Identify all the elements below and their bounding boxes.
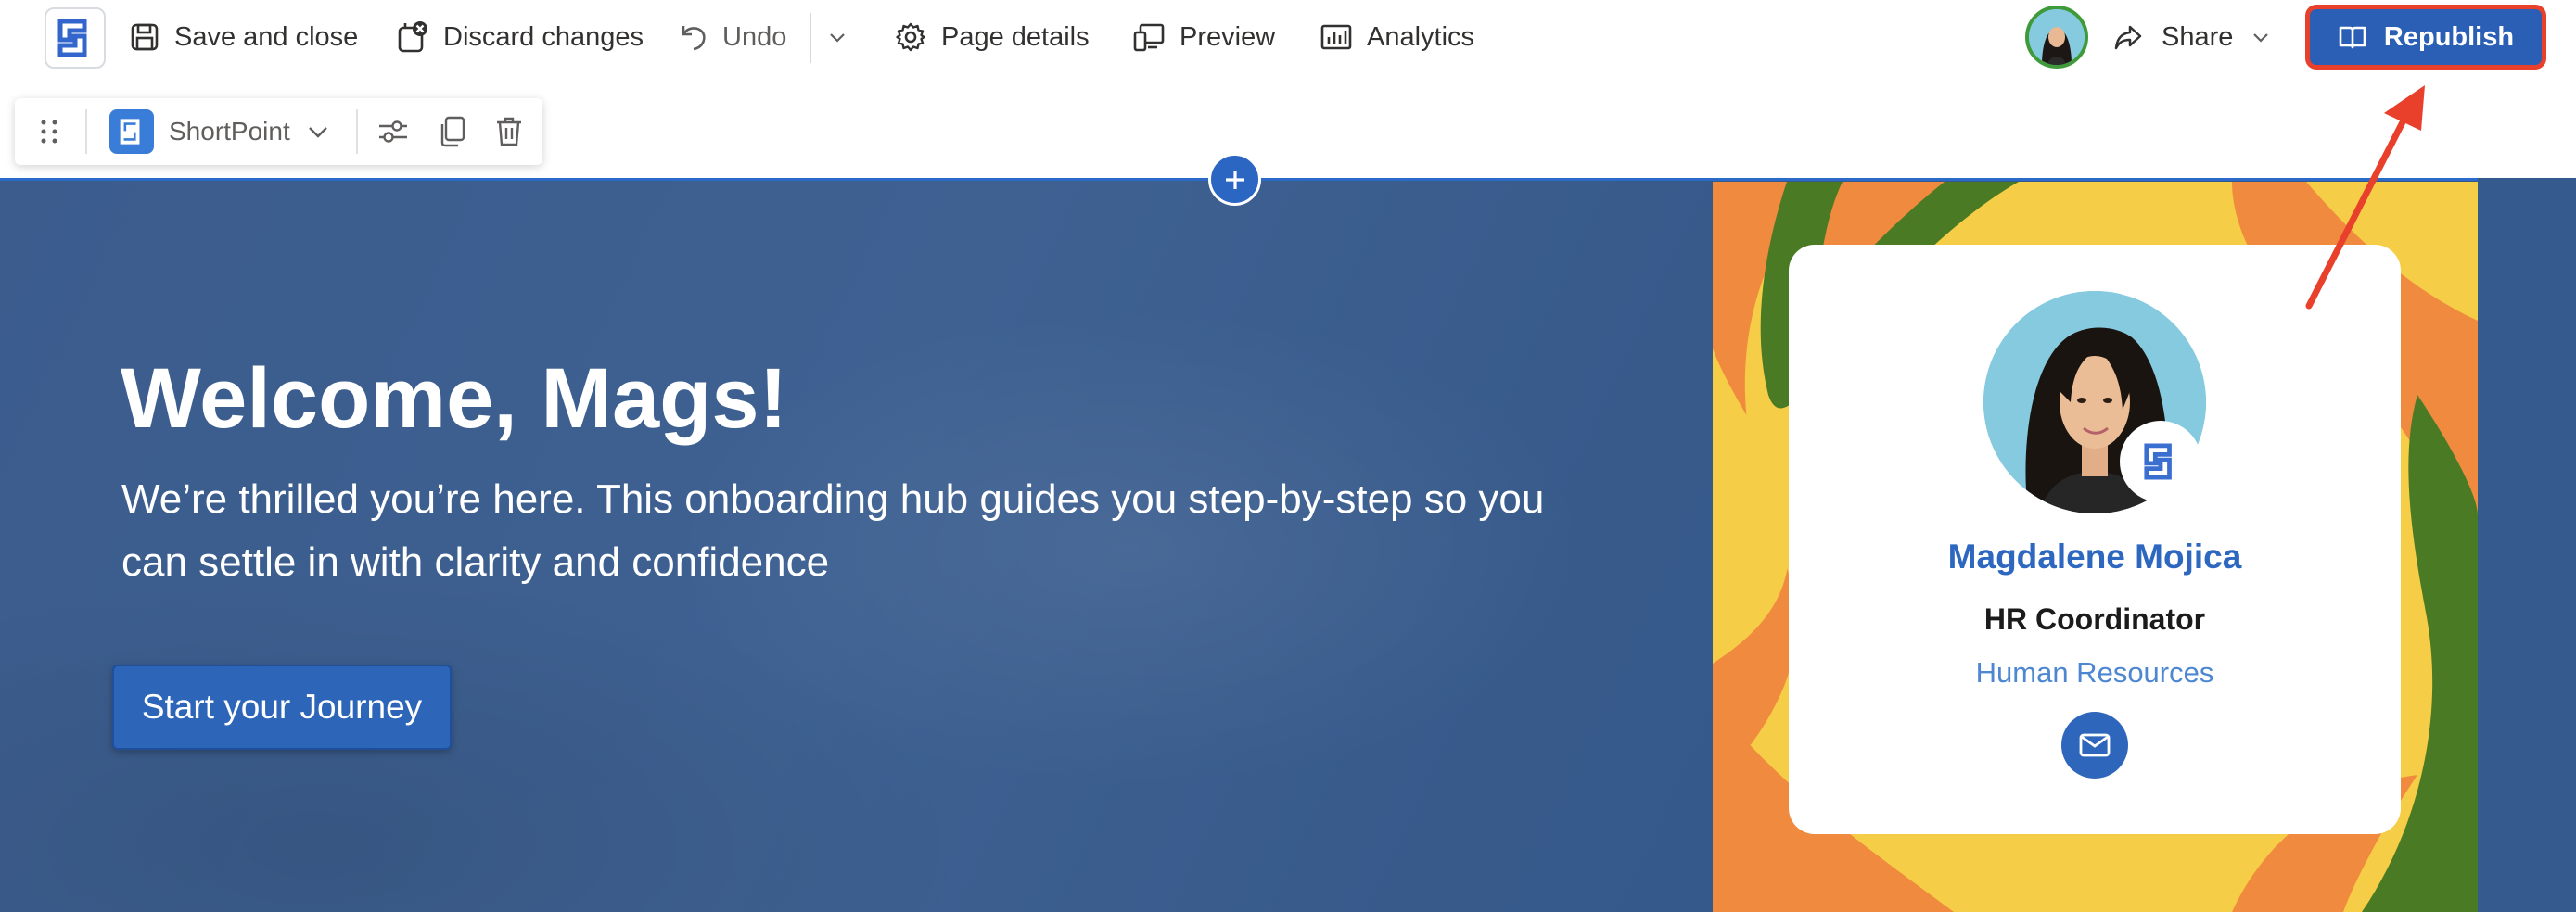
drag-handle-icon [41,120,57,144]
profile-role: HR Coordinator [1983,602,2206,636]
republish-button[interactable]: Republish [2305,5,2546,70]
hero-section: Welcome, Mags! We’re thrilled you’re her… [0,178,2576,912]
save-and-close-button[interactable]: Save and close [130,13,358,61]
undo-icon [682,26,706,51]
shortpoint-badge [2120,421,2201,502]
section-selection-border [0,178,2576,181]
toolbar-divider [810,13,811,63]
analytics-button[interactable]: Analytics [1320,13,1474,61]
discard-changes-label: Discard changes [443,21,644,52]
page-margin [2478,178,2576,912]
webpart-selector[interactable]: ShortPoint [109,98,329,165]
preview-icon [1133,23,1165,52]
email-button[interactable] [2061,712,2128,779]
shortpoint-logo-button[interactable] [45,7,106,69]
shortpoint-webpart-icon [109,109,154,154]
webpart-name: ShortPoint [169,117,290,146]
republish-label: Republish [2383,21,2515,52]
delete-button[interactable] [495,98,523,165]
page-details-button[interactable]: Page details [895,13,1090,61]
preview-label: Preview [1180,21,1276,52]
undo-button[interactable]: Undo [678,13,786,61]
share-button[interactable]: Share [2113,13,2270,61]
trash-icon [497,117,521,146]
drag-handle[interactable] [39,98,59,165]
toolbar-divider [85,109,87,154]
toolbar-divider [356,109,358,154]
profile-department: Human Resources [1975,656,2214,689]
profile-name: Magdalene Mojica [1947,538,2242,576]
shortpoint-logo-icon [57,19,87,57]
chevron-down-icon [308,127,327,138]
hero-subtitle: We’re thrilled you’re here. This onboard… [121,476,1545,585]
profile-card: Magdalene Mojica HR Coordinator Human Re… [1789,245,2401,834]
undo-label: Undo [722,21,787,52]
command-bar: Save and close Discard changes Undo Page… [0,0,2576,74]
book-icon [2339,26,2366,49]
save-icon [131,23,159,51]
user-avatar[interactable] [2025,6,2088,69]
add-section-button[interactable] [1208,153,1261,206]
analytics-label: Analytics [1367,21,1475,52]
hero-title: Welcome, Mags! [121,351,788,446]
share-label: Share [2162,21,2234,52]
edit-properties-button[interactable] [377,98,409,165]
section-toolbar: ShortPoint [15,98,542,165]
gear-icon [896,22,925,52]
page-details-label: Page details [941,21,1090,52]
preview-button[interactable]: Preview [1133,13,1275,61]
copy-icon [440,116,465,147]
mail-icon [2079,733,2111,757]
start-journey-button[interactable]: Start your Journey [112,665,452,750]
chevron-down-icon [2253,33,2269,43]
share-icon [2114,25,2142,50]
user-avatar-image [2029,9,2085,65]
plus-icon [1225,170,1244,189]
duplicate-button[interactable] [440,98,465,165]
save-and-close-label: Save and close [174,21,359,52]
chevron-down-icon [830,33,845,43]
undo-menu-button[interactable] [828,13,847,61]
analytics-icon [1320,24,1352,50]
shortpoint-logo-icon [2144,443,2172,480]
discard-changes-button[interactable]: Discard changes [397,13,644,61]
settings-sliders-icon [379,120,407,143]
discard-icon [398,21,427,53]
